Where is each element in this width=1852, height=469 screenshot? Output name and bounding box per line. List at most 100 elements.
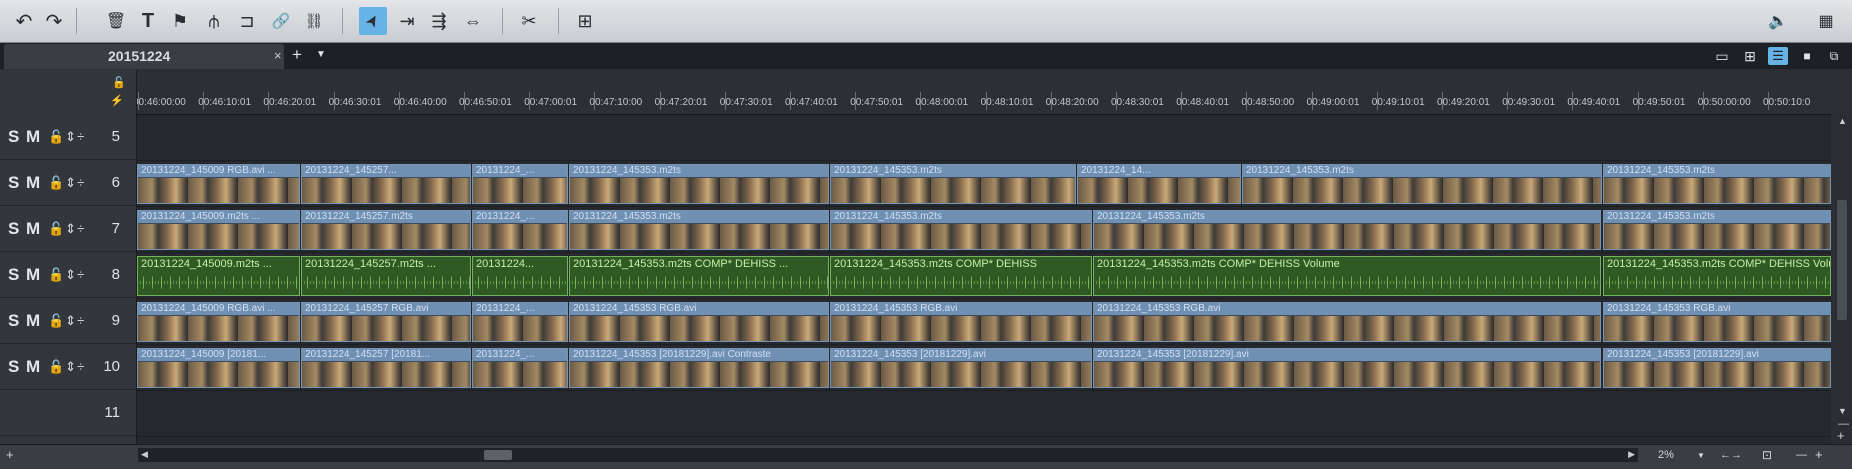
solo-button[interactable]: S [8,311,19,331]
zoom-tracks-plus-icon[interactable]: + [1837,428,1845,443]
lock-icon[interactable]: 🔓⇕÷ [48,267,85,283]
audio-clip[interactable]: 20131224_145353.m2ts COMP* DEHISS [830,256,1092,296]
video-clip[interactable]: 20131224_... [472,348,568,388]
video-clip[interactable]: 20131224_145257... [301,164,471,204]
solo-button[interactable]: S [8,173,19,193]
video-clip[interactable]: 20131224_145009 [20181... [137,348,300,388]
scroll-down-icon[interactable]: ▼ [1838,406,1847,416]
track-row-10[interactable]: 20131224_145009 [20181... 20131224_145257… [137,345,1831,391]
redo-button[interactable]: ↷ [40,7,68,35]
mute-button[interactable]: M [26,311,40,331]
track-row-7[interactable]: 20131224_145009.m2ts ... 20131224_145257.… [137,207,1831,253]
magnet-icon[interactable]: ⚡ [110,94,124,107]
lock-icon[interactable]: 🔓⇕÷ [48,175,85,191]
zoom-in-button[interactable]: + [1815,447,1823,462]
video-clip[interactable]: 20131224_145009 RGB.avi ... [137,164,300,204]
video-clip[interactable]: 20131224_145353.m2ts [1603,210,1831,250]
video-clip[interactable]: 20131224_145353 [20181229].avi [1603,348,1831,388]
video-clip[interactable]: 20131224_145353 RGB.avi [1093,302,1601,342]
vertical-scroll-thumb[interactable] [1837,200,1847,320]
video-clip[interactable]: 20131224_... [472,164,568,204]
zoom-level[interactable]: 2% [1658,449,1674,461]
video-clip[interactable]: 20131224_145353.m2ts [569,164,829,204]
solo-button[interactable]: S [8,265,19,285]
mute-button[interactable]: M [26,265,40,285]
mute-button[interactable]: M [26,127,40,147]
timeline-ruler[interactable]: 00:46:00:00 00:46:10:01 00:46:20:01 00:46:3… [137,70,1831,115]
cut-tool-button[interactable]: ✂ [515,7,543,35]
video-clip[interactable]: 20131224_145257 RGB.avi [301,302,471,342]
video-clip[interactable]: 20131224_145353 [20181229].avi [1093,348,1601,388]
solo-button[interactable]: S [8,357,19,377]
horizontal-scroll-thumb[interactable] [484,450,512,460]
tab-20151224[interactable]: 20151224 × [4,44,284,69]
zoom-out-button[interactable]: — [1796,449,1807,461]
video-clip[interactable]: 20131224_145353 [20181229].avi Contraste [569,348,829,388]
lock-icon[interactable]: 🔓⇕÷ [48,221,85,237]
audio-clip[interactable]: 20131224_145353.m2ts COMP* DEHISS Volume [1093,256,1601,296]
mute-button[interactable]: M [26,357,40,377]
track-row-8[interactable]: 20131224_145009.m2ts ... 20131224_145257.… [137,253,1831,299]
view-timeline-button[interactable]: ☰ [1768,47,1788,65]
audio-clip[interactable]: 20131224_145353.m2ts COMP* DEHISS ... [569,256,829,296]
scroll-left-icon[interactable]: ◀ [141,449,148,460]
lock-icon[interactable]: 🔓⇕÷ [48,313,85,329]
track-row-5[interactable] [137,115,1831,161]
horizontal-scrollbar[interactable]: ◀ ▶ [138,448,1638,462]
view-grid-button[interactable]: ⊞ [1740,47,1760,65]
scroll-up-icon[interactable]: ▲ [1838,116,1847,126]
vertical-scrollbar[interactable]: ▲ ▼ — + [1833,114,1852,444]
volume-button[interactable]: 🔈 [1764,7,1792,35]
pointer-tool-button[interactable]: ➤ [359,7,387,35]
add-track-button[interactable]: + [6,447,14,462]
view-multicam-button[interactable]: ■ [1797,47,1817,65]
select-all-tool-button[interactable]: ⇶ [425,7,453,35]
video-clip[interactable]: 20131224_145257.m2ts [301,210,471,250]
fit-to-window-button[interactable]: ←→ [1720,449,1742,461]
video-clip[interactable]: 20131224_145353.m2ts [1242,164,1602,204]
insert-button[interactable]: ⊞ [571,7,599,35]
undo-button[interactable]: ↶ [10,7,38,35]
split-button[interactable]: ⫛ [200,7,228,35]
view-storyboard-button[interactable]: ▭ [1712,47,1732,65]
trim-button[interactable]: ⊐ [233,7,261,35]
video-clip[interactable]: 20131224_145353.m2ts [1603,164,1831,204]
title-button[interactable]: T [134,7,162,35]
mixer-button[interactable]: ▦ [1812,7,1840,35]
audio-clip[interactable]: 20131224_145009.m2ts ... [137,256,300,296]
link-button[interactable]: 🔗 [267,7,295,35]
video-clip[interactable]: 20131224_... [472,302,568,342]
scroll-right-icon[interactable]: ▶ [1628,449,1635,460]
video-clip[interactable]: 20131224_145353.m2ts [830,210,1092,250]
video-clip[interactable]: 20131224_145353 RGB.avi [830,302,1092,342]
delete-button[interactable]: 🗑 [102,7,130,35]
fit-screen-icon[interactable]: ⊡ [1762,448,1772,462]
add-tab-button[interactable]: + [292,45,302,65]
video-clip[interactable]: 20131224_145009 RGB.avi ... [137,302,300,342]
lock-icon[interactable]: 🔓⇕÷ [48,359,85,375]
lock-all-icon[interactable]: 🔓 [112,76,126,89]
video-clip[interactable]: 20131224_145257 [20181... [301,348,471,388]
audio-clip[interactable]: 20131224_145353.m2ts COMP* DEHISS Volume [1603,256,1831,296]
solo-button[interactable]: S [8,219,19,239]
solo-button[interactable]: S [8,127,19,147]
mute-button[interactable]: M [26,219,40,239]
video-clip[interactable]: 20131224_145009.m2ts ... [137,210,300,250]
audio-clip[interactable]: 20131224... [472,256,568,296]
stretch-tool-button[interactable]: ⇔ [459,7,487,35]
mute-button[interactable]: M [26,173,40,193]
track-row-9[interactable]: 20131224_145009 RGB.avi ... 20131224_1452… [137,299,1831,345]
lock-icon[interactable]: 🔓⇕÷ [48,129,85,145]
video-clip[interactable]: 20131224_... [472,210,568,250]
video-clip[interactable]: 20131224_145353 [20181229].avi [830,348,1092,388]
track-row-6[interactable]: 20131224_145009 RGB.avi ... 20131224_1452… [137,161,1831,207]
marker-button[interactable]: ⚑ [166,7,194,35]
tab-menu-chevron-down-icon[interactable]: ▼ [316,49,326,60]
video-clip[interactable]: 20131224_145353.m2ts [1093,210,1601,250]
view-detach-button[interactable]: ⧉ [1824,47,1844,65]
video-clip[interactable]: 20131224_145353 RGB.avi [569,302,829,342]
audio-clip[interactable]: 20131224_145257.m2ts ... [301,256,471,296]
video-clip[interactable]: 20131224_14... [1077,164,1241,204]
select-track-tool-button[interactable]: ⇥ [393,7,421,35]
video-clip[interactable]: 20131224_145353.m2ts [830,164,1076,204]
